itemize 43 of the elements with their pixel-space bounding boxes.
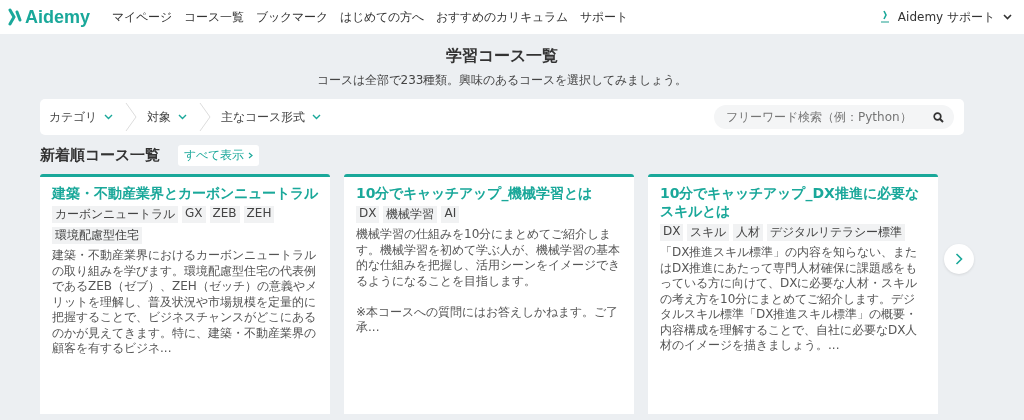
filter-dropdown[interactable]: 対象 — [147, 108, 199, 126]
chevron-down-icon — [104, 114, 113, 120]
course-description: 「DX推進スキル標準」の内容を知らない、またはDX推進にあたって専門人材確保に課題感をもっている方に向けて、DXに必要な人材・スキルの考え方を10分にまとめてご紹介します。デジタルスキル標準「DX推進スキル標準」の概要・内容構成を理解することで、自社に必要なDX人材のイメージを描きましょう。... — [660, 245, 919, 354]
user-avatar-icon — [879, 10, 890, 24]
course-card[interactable]: 10分でキャッチアップ_DX推進に必要なスキルとは DX スキル 人材 デジタルリテラシー標準 「DX推進スキル標準」の内容を知らない、またはDX推進にあたって専門人材確保に課題感をもっている方に向けて、DXに必要な人材・スキルの考え方を10分にまとめてご紹介します。デジタルスキル標準「DX推進スキル標準」の概要・内容構成を理解することで、自社に必要なDX人材のイメージを描きましょう。... — [648, 174, 938, 414]
tag: デジタルリテラシー標準 — [767, 224, 906, 241]
tag: GX — [182, 206, 206, 223]
course-card[interactable]: 建築・不動産業界とカーボンニュートラル カーボンニュートラル GX ZEB ZEH 環境配慮型住宅 建築・不動産業界におけるカーボンニュートラルの取り組みを学びます。環境配慮型住宅の代表例であるZEB（ゼブ）、ZEH（ゼッチ）の意義やメリットを理解し、普及状況や市場規模を定量的に把握することで、ビジネスチャンスがどこにあるのかが見えてきます。特に、建築・不動産業界の顧客を有するビジネ... — [40, 174, 330, 414]
nav-link[interactable]: サポート — [580, 8, 628, 26]
course-card[interactable]: 10分でキャッチアップ_機械学習とは DX 機械学習 AI 機械学習の仕組みを10分にまとめてご紹介します。機械学習を初めて学ぶ人が、機械学習の基本的な仕組みを把握し、活用シーンをイメージできるようになることを目指します。 ※本コースへの質問にはお答えしかねます。ご了承... — [344, 174, 634, 414]
course-description: 機械学習の仕組みを10分にまとめてご紹介します。機械学習を初めて学ぶ人が、機械学習の基本的な仕組みを把握し、活用シーンをイメージできるようになることを目指します。 ※本コースへの質問にはお答えしかねます。ご了承... — [356, 227, 621, 336]
tag: 機械学習 — [383, 206, 438, 223]
tag: AI — [441, 206, 460, 223]
tag: カーボンニュートラル — [52, 206, 178, 223]
logo-mark-icon — [8, 8, 22, 26]
tag: 環境配慮型住宅 — [52, 227, 142, 244]
tag: DX — [660, 224, 684, 241]
chevron-divider-icon — [125, 102, 137, 132]
chevron-down-icon[interactable] — [1003, 14, 1012, 20]
tag: 人材 — [733, 224, 764, 241]
nav-link[interactable]: マイページ — [112, 8, 172, 26]
nav-link[interactable]: おすすめのカリキュラム — [436, 8, 568, 26]
nav-link[interactable]: コース一覧 — [184, 8, 244, 26]
search-icon[interactable] — [933, 112, 944, 123]
section-title: 新着順コース一覧 — [40, 146, 160, 165]
search-field[interactable]: フリーワード検索（例：Python） — [714, 105, 954, 129]
chevron-down-icon — [178, 114, 187, 120]
page-title: 学習コース一覧 — [445, 46, 559, 67]
tag: DX — [356, 206, 380, 223]
account-name[interactable]: Aidemy サポート — [897, 8, 995, 26]
nav-link[interactable]: ブックマーク — [256, 8, 328, 26]
chevron-down-icon — [312, 114, 321, 120]
course-description: 建築・不動産業界におけるカーボンニュートラルの取り組みを学びます。環境配慮型住宅の代表例であるZEB（ゼブ）、ZEH（ゼッチ）の意義やメリットを理解し、普及状況や市場規模を定量的に把握することで、ビジネスチャンスがどこにあるのかが見えてきます。特に、建築・不動産業界の顧客を有するビジネ... — [52, 248, 318, 357]
tag: ZEH — [243, 206, 275, 223]
tag: ZEB — [209, 206, 240, 223]
filter-dropdown[interactable]: カテゴリ — [49, 108, 125, 126]
chevron-right-icon — [955, 253, 963, 265]
nav-link[interactable]: はじめての方へ — [340, 8, 424, 26]
chevron-right-icon — [248, 152, 253, 159]
page-subtitle: コースは全部で233種類。興味のあるコースを選択してみましょう。 — [315, 72, 689, 89]
tag: スキル — [687, 224, 730, 241]
filter-dropdown[interactable]: 主なコース形式 — [221, 108, 333, 126]
chevron-divider-icon — [199, 102, 211, 132]
